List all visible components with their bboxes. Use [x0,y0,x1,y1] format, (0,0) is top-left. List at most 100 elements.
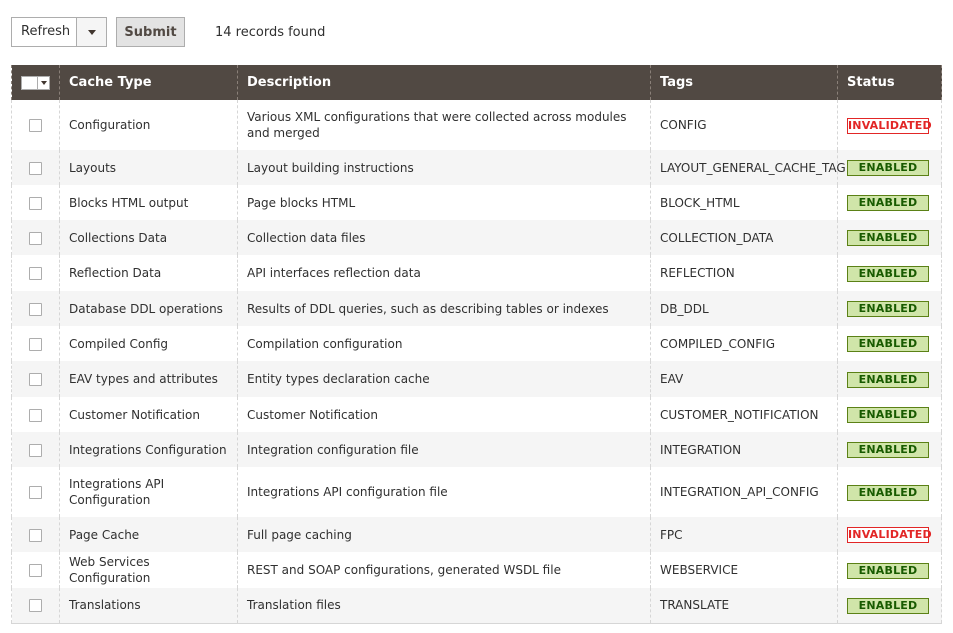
tags-cell: LAYOUT_GENERAL_CACHE_TAG [650,150,846,185]
mass-action-selected-label: Refresh [21,24,71,39]
row-checkbox-cell [11,552,60,588]
table-row[interactable]: Layouts Layout building instructions LAYOU… [11,150,942,185]
status-cell: ENABLED [837,467,942,517]
table-row[interactable]: Customer Notification Customer Notificati… [11,397,942,432]
status-cell: ENABLED [837,326,942,361]
table-row[interactable]: Reflection Data API interfaces reflection… [11,255,942,291]
mass-select-checkbox[interactable] [22,76,37,89]
status-badge: ENABLED [847,597,929,614]
status-cell: ENABLED [837,255,942,291]
tags-cell: INTEGRATION_API_CONFIG [650,467,838,517]
row-checkbox-cell [11,517,60,552]
cache-type-cell: Compiled Config [59,326,238,361]
row-checkbox[interactable] [29,267,42,280]
cache-type-cell: Page Cache [59,517,238,552]
row-checkbox-cell [11,291,60,326]
cache-grid: Cache Type Description Tags Status Confi… [11,65,942,624]
cache-type-cell: Integrations API Configuration [59,467,238,517]
tags-cell: CUSTOMER_NOTIFICATION [650,397,838,432]
row-checkbox[interactable] [29,443,42,457]
grid-toolbar: Refresh Submit 14 records found [11,17,325,47]
status-badge: ENABLED [847,562,929,579]
row-checkbox[interactable] [29,161,42,175]
table-row[interactable]: Page Cache Full page caching FPC INVALIDATE… [11,517,942,552]
row-checkbox[interactable] [29,231,42,245]
status-badge: ENABLED [847,265,929,282]
table-row[interactable]: Configuration Various XML configurations … [11,100,942,150]
row-checkbox-cell [11,588,60,624]
chevron-down-icon[interactable] [37,76,49,89]
cache-type-cell: Web Services Configuration [59,552,238,588]
table-row[interactable]: Translations Translation files TRANSLATE EN… [11,588,942,624]
column-header-tags[interactable]: Tags [650,65,838,100]
row-checkbox-cell [11,432,60,467]
row-checkbox[interactable] [29,119,42,132]
description-cell: Translation files [237,588,651,624]
row-checkbox[interactable] [29,373,42,386]
description-cell: Integration configuration file [237,432,651,467]
status-cell: ENABLED [837,220,942,255]
table-row[interactable]: Blocks HTML output Page blocks HTML BLOCK_… [11,185,942,220]
description-cell: Collection data files [237,220,651,255]
status-badge: ENABLED [847,371,929,388]
status-cell: ENABLED [837,432,942,467]
records-found-count: 14 records found [215,24,326,40]
description-cell: Page blocks HTML [237,185,651,220]
row-checkbox[interactable] [29,599,42,613]
table-row[interactable]: EAV types and attributes Entity types dec… [11,361,942,397]
table-row[interactable]: Integrations Configuration Integration co… [11,432,942,467]
tags-cell: WEBSERVICE [650,552,838,588]
submit-button[interactable]: Submit [116,17,185,47]
status-cell: ENABLED [837,397,942,432]
table-header-row: Cache Type Description Tags Status [11,65,942,100]
description-cell: Compilation configuration [237,326,651,361]
description-cell: API interfaces reflection data [237,255,651,291]
table-row[interactable]: Collections Data Collection data files COL… [11,220,942,255]
status-badge: ENABLED [847,230,929,246]
row-checkbox-cell [11,220,60,255]
row-checkbox[interactable] [29,486,42,499]
column-header-description[interactable]: Description [237,65,651,100]
column-header-status[interactable]: Status [837,65,942,100]
tags-cell: REFLECTION [650,255,838,291]
cache-type-cell: Blocks HTML output [59,185,238,220]
row-checkbox-cell [11,361,60,397]
mass-action-select[interactable]: Refresh [11,17,107,47]
row-checkbox[interactable] [29,528,42,542]
tags-cell: BLOCK_HTML [650,185,838,220]
table-row[interactable]: Integrations API Configuration Integratio… [11,467,942,517]
row-checkbox[interactable] [29,564,42,577]
chevron-down-icon[interactable] [76,18,106,46]
table-row[interactable]: Web Services Configuration REST and SOAP … [11,552,942,588]
status-cell: ENABLED [837,552,942,588]
cache-type-cell: Database DDL operations [59,291,238,326]
status-cell: INVALIDATED [837,100,942,150]
table-row[interactable]: Database DDL operations Results of DDL qu… [11,291,942,326]
tags-cell: EAV [650,361,838,397]
row-checkbox[interactable] [29,196,42,210]
tags-cell: FPC [650,517,838,552]
row-checkbox-cell [11,326,60,361]
row-checkbox[interactable] [29,408,42,422]
status-badge: ENABLED [847,407,929,423]
column-header-cache-type[interactable]: Cache Type [59,65,238,100]
row-checkbox[interactable] [29,337,42,351]
cache-type-cell: Reflection Data [59,255,238,291]
row-checkbox-cell [11,185,60,220]
cache-type-cell: Collections Data [59,220,238,255]
tags-cell: CONFIG [650,100,838,150]
description-cell: Integrations API configuration file [237,467,651,517]
status-cell: ENABLED [837,588,942,624]
table-row[interactable]: Compiled Config Compilation configuration… [11,326,942,361]
description-cell: Full page caching [237,517,651,552]
cache-type-cell: Translations [59,588,238,624]
tags-cell: COLLECTION_DATA [650,220,838,255]
description-cell: Customer Notification [237,397,651,432]
row-checkbox-cell [11,100,60,150]
status-badge: ENABLED [847,442,929,458]
description-cell: Entity types declaration cache [237,361,651,397]
mass-select-dropdown[interactable] [21,75,50,90]
row-checkbox[interactable] [29,302,42,316]
description-cell: Various XML configurations that were col… [237,100,651,150]
row-checkbox-cell [11,397,60,432]
